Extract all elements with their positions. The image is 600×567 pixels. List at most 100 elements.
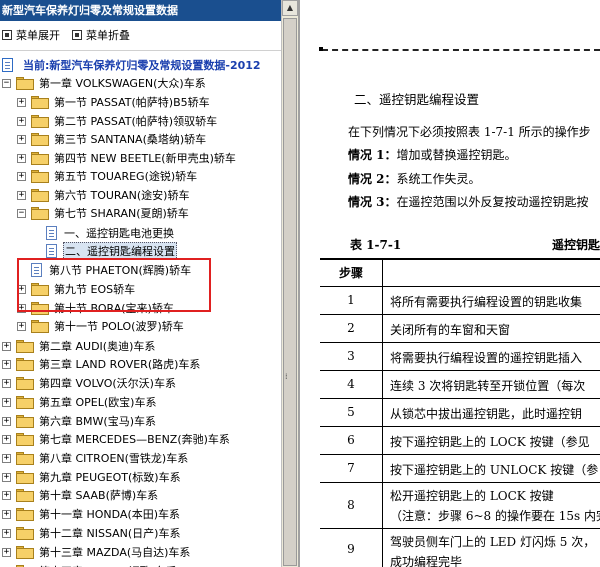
- expand-plus-icon[interactable]: +: [17, 97, 26, 107]
- tree-item[interactable]: + 第九章 PEUGEOT(标致)车系: [2, 468, 182, 486]
- folder-icon: [16, 451, 34, 465]
- step-number: 4: [347, 377, 355, 391]
- book-icon: [2, 58, 13, 72]
- tree-item-label: 第十四章 ACURA(讴歌)车系: [38, 563, 178, 567]
- window-title: 新型汽车保养灯归零及常规设置数据: [0, 0, 281, 21]
- expand-menu-button[interactable]: 菜单展开: [2, 27, 60, 43]
- tree-item[interactable]: + 第六章 BMW(宝马)车系: [2, 412, 157, 430]
- step-number: 5: [347, 405, 355, 419]
- expand-plus-icon[interactable]: +: [17, 171, 26, 181]
- folder-icon: [16, 339, 34, 353]
- case-3-label: 情况 3：: [348, 195, 397, 209]
- step-text: 连续 3 次将钥匙转至开锁位置（每次: [390, 379, 586, 393]
- expand-plus-icon[interactable]: +: [17, 190, 26, 200]
- tree-item[interactable]: + 第十一章 HONDA(本田)车系: [2, 505, 181, 523]
- collapse-minus-icon[interactable]: −: [2, 78, 11, 88]
- tree-item-label: 第三章 LAND ROVER(路虎)车系: [39, 358, 201, 371]
- expand-plus-icon[interactable]: +: [2, 341, 11, 351]
- splitter-grip-icon[interactable]: ⁞: [285, 373, 293, 381]
- section-heading: 二、遥控钥匙编程设置: [354, 92, 480, 107]
- tree-item[interactable]: + 第七章 MERCEDES—BENZ(奔驰)车系: [2, 430, 231, 448]
- tree-item[interactable]: + 第四章 VOLVO(沃尔沃)车系: [2, 374, 177, 392]
- expand-plus-icon[interactable]: +: [2, 434, 11, 444]
- document-icon: [46, 226, 57, 240]
- folder-icon: [16, 488, 34, 502]
- expand-plus-icon[interactable]: +: [2, 378, 11, 388]
- tree-item[interactable]: +第十四章 ACURA(讴歌)车系: [2, 562, 178, 567]
- folder-icon: [16, 526, 34, 540]
- tree-item-label: 第三节 SANTANA(桑塔纳)轿车: [54, 133, 207, 146]
- expand-plus-icon[interactable]: +: [2, 453, 11, 463]
- expand-plus-icon[interactable]: +: [2, 509, 11, 519]
- tree-item-label: 第十一节 POLO(波罗)轿车: [54, 320, 184, 333]
- table-id: 表 1-7-1: [350, 238, 402, 252]
- scroll-up-arrow-icon[interactable]: ▲: [282, 0, 298, 16]
- expand-plus-icon[interactable]: +: [17, 321, 26, 331]
- expand-plus-icon[interactable]: +: [2, 528, 11, 538]
- expand-plus-icon[interactable]: +: [2, 359, 11, 369]
- folder-icon: [31, 206, 49, 220]
- tree-scrollbar[interactable]: ▲: [281, 0, 298, 567]
- document-viewer: 二、遥控钥匙编程设置 在下列情况下必须按照表 1-7-1 所示的操作步 情况 1…: [300, 0, 600, 567]
- tree-item-label: 第五节 TOUAREG(途锐)轿车: [54, 170, 198, 183]
- step-text: 按下遥控钥匙上的 LOCK 按键（参见: [390, 435, 590, 449]
- expand-plus-icon[interactable]: +: [2, 397, 11, 407]
- tree-item-label: 第六章 BMW(宝马)车系: [39, 415, 156, 428]
- expand-plus-icon[interactable]: +: [17, 116, 26, 126]
- collapse-icon: [72, 30, 82, 40]
- expand-icon: [2, 30, 12, 40]
- folder-icon: [16, 76, 34, 90]
- step-number: 9: [347, 542, 355, 556]
- tree-item[interactable]: − 第七节 SHARAN(夏朗)轿车: [17, 204, 190, 222]
- tree-root[interactable]: 当前:新型汽车保养灯归零及常规设置数据-2012: [2, 56, 261, 74]
- step-text: 松开遥控钥匙上的 LOCK 按键: [390, 489, 554, 503]
- tree-item-label: 第六节 TOURAN(途安)轿车: [54, 189, 190, 202]
- tree-item[interactable]: + 第八章 CITROEN(雪铁龙)车系: [2, 449, 189, 467]
- table-row: 1 将所有需要执行编程设置的钥匙收集: [320, 286, 600, 314]
- tree-item-label: 第十三章 MAZDA(马自达)车系: [39, 546, 191, 559]
- tree-item-label: 第十章 SAAB(萨博)车系: [39, 489, 159, 502]
- tree-item-label: 第五章 OPEL(欧宝)车系: [39, 396, 157, 409]
- tree-item[interactable]: 一、遥控钥匙电池更换: [46, 224, 175, 242]
- expand-plus-icon[interactable]: +: [17, 134, 26, 144]
- tree-item[interactable]: + 第三节 SANTANA(桑塔纳)轿车: [17, 130, 207, 148]
- tree-item[interactable]: + 第十二章 NISSAN(日产)车系: [2, 524, 181, 542]
- scroll-thumb[interactable]: [283, 18, 297, 566]
- tree-item[interactable]: + 第二章 AUDI(奥迪)车系: [2, 337, 156, 355]
- tree-item-label: 第二章 AUDI(奥迪)车系: [39, 340, 156, 353]
- expand-plus-icon[interactable]: +: [2, 547, 11, 557]
- highlight-annotation: [17, 258, 211, 312]
- expand-plus-icon[interactable]: +: [2, 472, 11, 482]
- step-number: 6: [347, 433, 355, 447]
- tree-item[interactable]: + 第五节 TOUAREG(途锐)轿车: [17, 167, 198, 185]
- tree-item[interactable]: + 第二节 PASSAT(帕萨特)领驭轿车: [17, 112, 218, 130]
- tree-item[interactable]: + 第十三章 MAZDA(马自达)车系: [2, 543, 191, 561]
- folder-icon: [16, 357, 34, 371]
- collapse-minus-icon[interactable]: −: [17, 208, 26, 218]
- tree-item[interactable]: + 第六节 TOURAN(途安)轿车: [17, 186, 190, 204]
- table-row: 2 关闭所有的车窗和天窗: [320, 314, 600, 342]
- case-3: 情况 3：在遥控范围以外反复按动遥控钥匙按: [348, 193, 589, 210]
- tree-item[interactable]: + 第十章 SAAB(萨博)车系: [2, 486, 159, 504]
- steps-table: 步骤 1 将所有需要执行编程设置的钥匙收集 2 关闭所有的车窗和天窗 3 将需要执行编程设…: [320, 258, 600, 567]
- case-1: 情况 1：增加或替换遥控钥匙。: [348, 146, 517, 163]
- folder-icon: [31, 114, 49, 128]
- expand-plus-icon[interactable]: +: [17, 153, 26, 163]
- expand-plus-icon[interactable]: +: [2, 416, 11, 426]
- expand-plus-icon[interactable]: +: [2, 490, 11, 500]
- tree-item[interactable]: + 第五章 OPEL(欧宝)车系: [2, 393, 157, 411]
- table-row: 4 连续 3 次将钥匙转至开锁位置（每次: [320, 370, 600, 398]
- tree-item[interactable]: − 第一章 VOLKSWAGEN(大众)车系: [2, 74, 207, 92]
- tree-item[interactable]: + 第三章 LAND ROVER(路虎)车系: [2, 355, 201, 373]
- document-icon: [46, 244, 57, 258]
- tree-item[interactable]: + 第四节 NEW BEETLE(新甲壳虫)轿车: [17, 149, 237, 167]
- chapter-tree: 当前:新型汽车保养灯归零及常规设置数据-2012 − 第一章 VOLKSWAGEN…: [0, 56, 281, 567]
- table-title: 遥控钥匙: [552, 238, 600, 252]
- collapse-menu-button[interactable]: 菜单折叠: [72, 27, 130, 43]
- navigation-pane: 新型汽车保养灯归零及常规设置数据 菜单展开 菜单折叠 当前:新型汽车保养灯归零及…: [0, 0, 281, 567]
- tree-item[interactable]: + 第十一节 POLO(波罗)轿车: [17, 317, 185, 335]
- step-text-line2: （注意：步骤 6~8 的操作要在 15s 内完: [390, 509, 600, 523]
- step-number: 3: [347, 349, 355, 363]
- tree-item[interactable]: + 第一节 PASSAT(帕萨特)B5轿车: [17, 93, 211, 111]
- folder-icon: [31, 169, 49, 183]
